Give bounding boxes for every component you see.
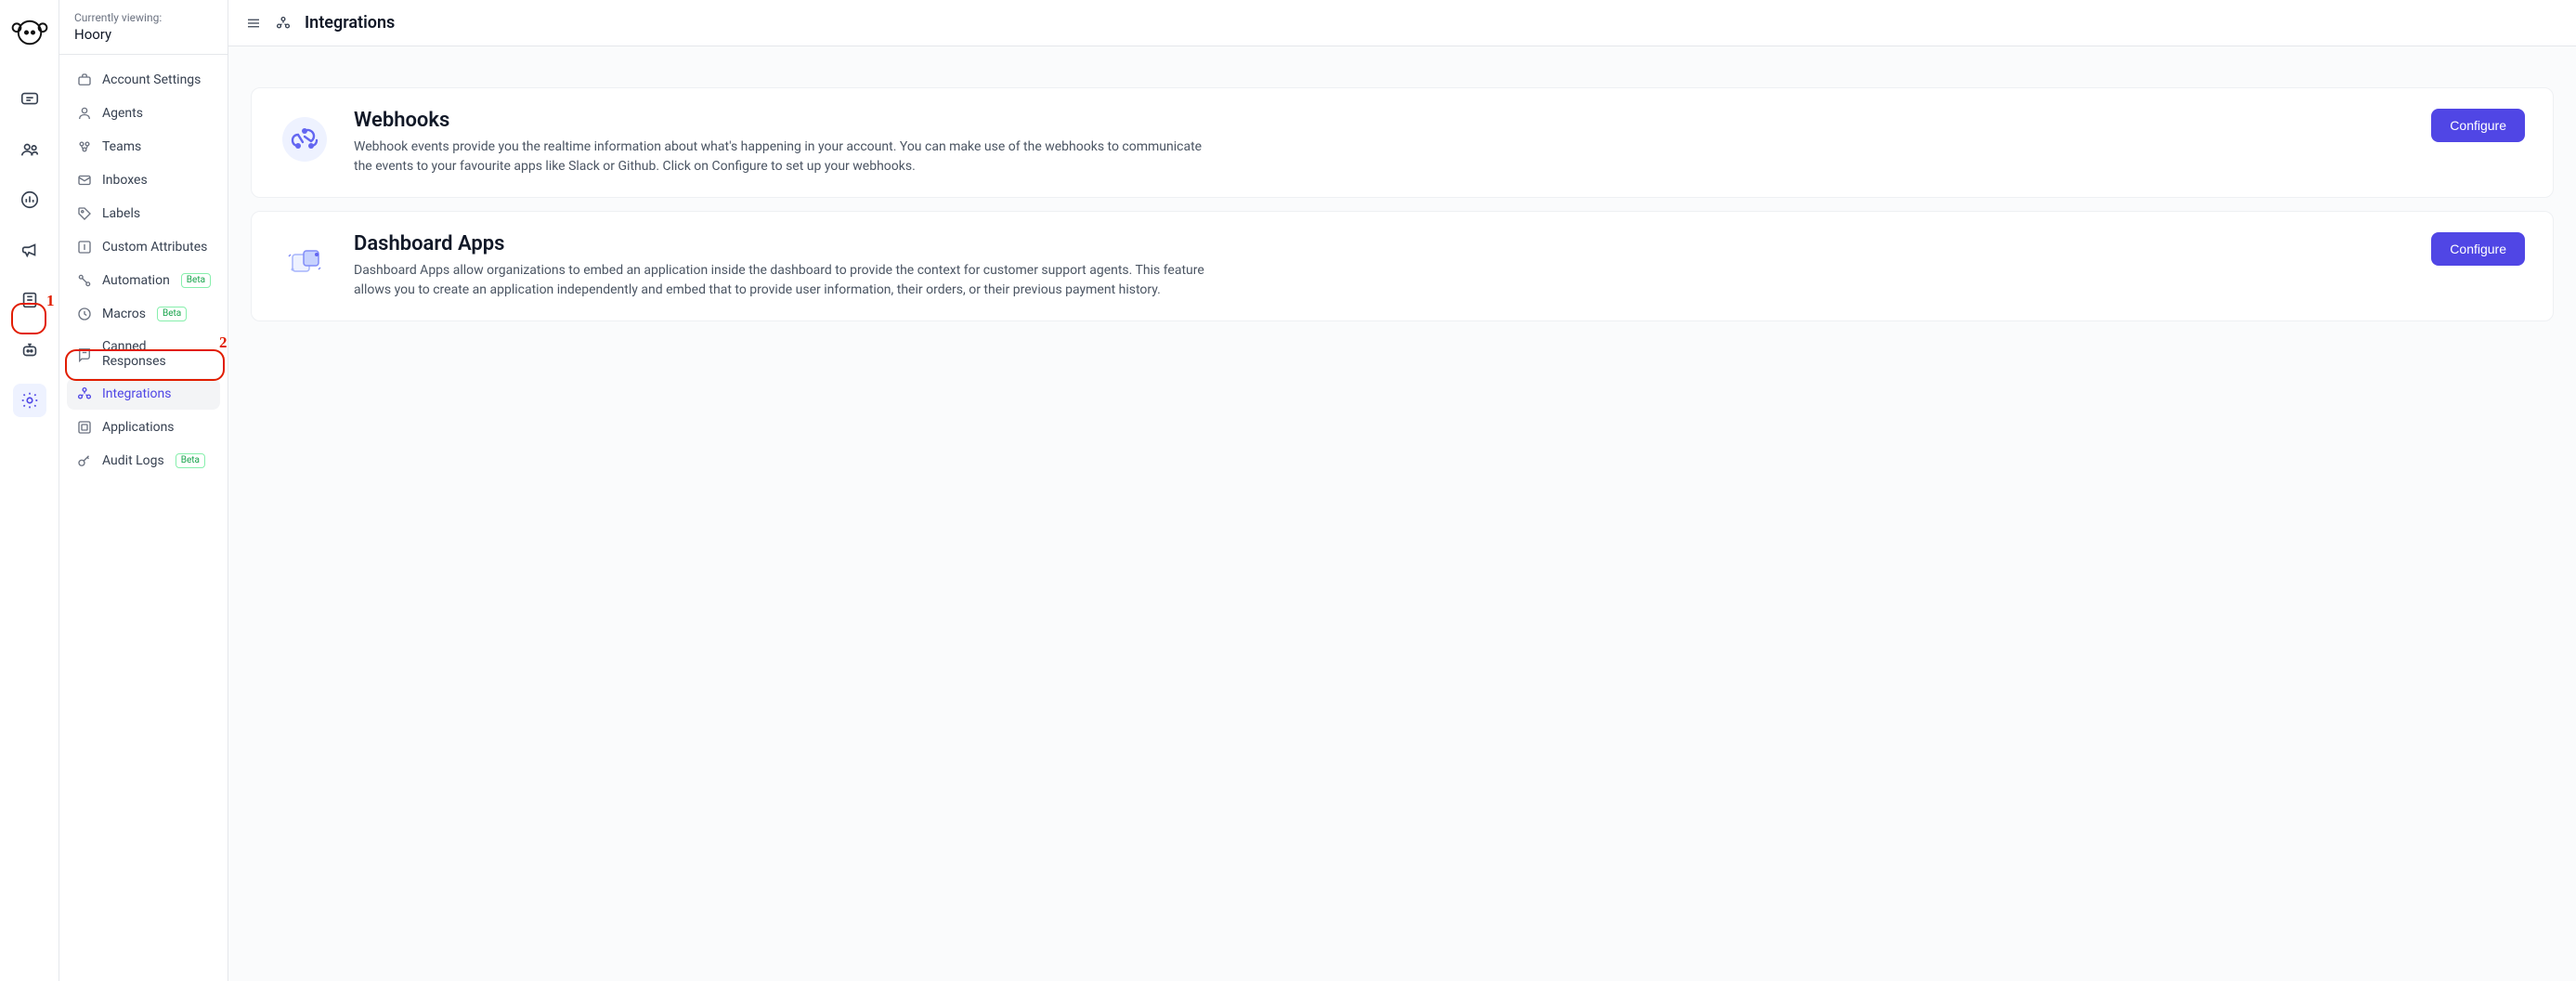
- topbar: Integrations: [228, 0, 2576, 46]
- nav-label: Teams: [102, 139, 141, 154]
- rail-campaigns[interactable]: [13, 233, 46, 267]
- key-icon: [76, 452, 93, 469]
- nav-automation[interactable]: Automation Beta: [67, 265, 220, 296]
- nav-label: Canned Responses: [102, 339, 211, 369]
- configure-button[interactable]: Configure: [2431, 109, 2525, 142]
- integration-card-dashboard-apps: Dashboard Apps Dashboard Apps allow orga…: [251, 211, 2554, 321]
- nav-macros[interactable]: Macros Beta: [67, 298, 220, 330]
- beta-badge: Beta: [181, 273, 211, 288]
- nav-labels[interactable]: Labels: [67, 198, 220, 229]
- nav-account-settings[interactable]: Account Settings: [67, 64, 220, 96]
- attributes-icon: [76, 239, 93, 255]
- nav-label: Macros: [102, 307, 146, 321]
- rail-help-center[interactable]: [13, 283, 46, 317]
- menu-toggle-icon[interactable]: [245, 15, 262, 32]
- currently-viewing-label: Currently viewing:: [74, 11, 213, 24]
- nav-label: Account Settings: [102, 72, 201, 87]
- beta-badge: Beta: [176, 453, 205, 468]
- rail-reports[interactable]: [13, 183, 46, 216]
- logo: [10, 13, 49, 52]
- icon-rail: [0, 0, 59, 981]
- nav-applications[interactable]: Applications: [67, 412, 220, 443]
- nav-label: Inboxes: [102, 173, 148, 188]
- inbox-icon: [76, 172, 93, 189]
- beta-badge: Beta: [157, 307, 187, 321]
- card-description: Dashboard Apps allow organizations to em…: [354, 261, 1208, 300]
- teams-icon: [76, 138, 93, 155]
- nav-label: Labels: [102, 206, 140, 221]
- nav-label: Applications: [102, 420, 175, 435]
- nav-label: Automation: [102, 273, 170, 288]
- nav-canned-responses[interactable]: Canned Responses: [67, 332, 220, 376]
- nav-label: Agents: [102, 106, 143, 121]
- puzzle-icon: [280, 238, 330, 288]
- rail-conversations[interactable]: [13, 83, 46, 116]
- automation-icon: [76, 272, 93, 289]
- integrations-icon: [76, 386, 93, 402]
- nav-label: Custom Attributes: [102, 240, 207, 255]
- rail-bot[interactable]: [13, 334, 46, 367]
- sidebar: Currently viewing: Hoory Account Setting…: [59, 0, 228, 981]
- card-title: Dashboard Apps: [354, 232, 2407, 255]
- card-description: Webhook events provide you the realtime …: [354, 137, 1208, 177]
- canned-icon: [76, 346, 93, 362]
- nav-custom-attributes[interactable]: Custom Attributes: [67, 231, 220, 263]
- nav-audit-logs[interactable]: Audit Logs Beta: [67, 445, 220, 477]
- nav-label: Audit Logs: [102, 453, 164, 468]
- account-switcher[interactable]: Currently viewing: Hoory: [59, 0, 228, 55]
- apps-icon: [76, 419, 93, 436]
- settings-nav: Account Settings Agents Teams Inboxes La…: [59, 55, 228, 486]
- rail-contacts[interactable]: [13, 133, 46, 166]
- nav-inboxes[interactable]: Inboxes: [67, 164, 220, 196]
- nav-teams[interactable]: Teams: [67, 131, 220, 163]
- integration-card-webhooks: Webhooks Webhook events provide you the …: [251, 87, 2554, 198]
- macros-icon: [76, 306, 93, 322]
- webhook-icon: [280, 114, 330, 164]
- tag-icon: [76, 205, 93, 222]
- page-title: Integrations: [305, 13, 395, 33]
- nav-integrations[interactable]: Integrations: [67, 378, 220, 410]
- account-name: Hoory: [74, 26, 213, 43]
- configure-button[interactable]: Configure: [2431, 232, 2525, 266]
- briefcase-icon: [76, 72, 93, 88]
- main: Integrations Webhooks: [228, 0, 2576, 981]
- integrations-icon: [275, 15, 292, 32]
- nav-agents[interactable]: Agents: [67, 98, 220, 129]
- card-title: Webhooks: [354, 109, 2407, 132]
- person-icon: [76, 105, 93, 122]
- content: Webhooks Webhook events provide you the …: [228, 46, 2576, 344]
- rail-settings[interactable]: [13, 384, 46, 417]
- nav-label: Integrations: [102, 386, 171, 401]
